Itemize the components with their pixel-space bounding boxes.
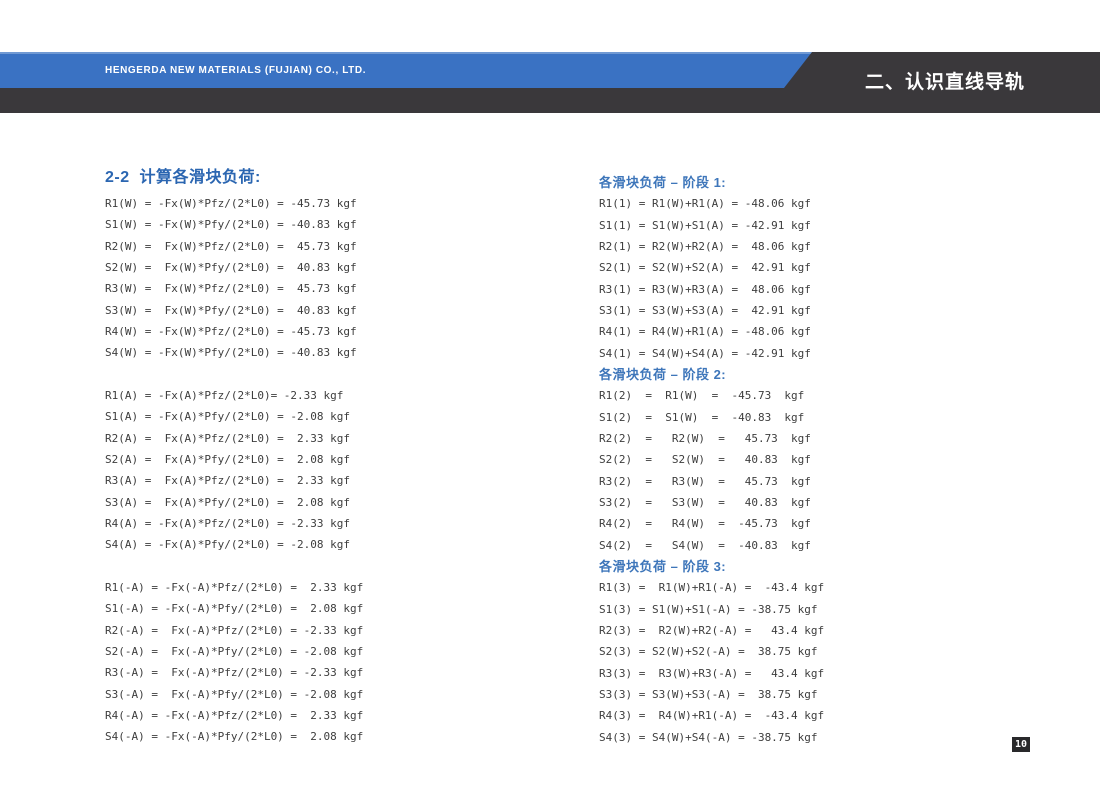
formula-line: R3(3) = R3(W)+R3(-A) = 43.4 kgf [599, 663, 999, 684]
formula-line: S4(3) = S4(W)+S4(-A) = -38.75 kgf [599, 727, 999, 748]
formula-line: R2(2) = R2(W) = 45.73 kgf [599, 428, 999, 449]
stage-2-heading: 各滑块负荷 – 阶段 2: [599, 364, 999, 385]
stage-1-section: 各滑块负荷 – 阶段 1: R1(1) = R1(W)+R1(A) = -48.… [599, 172, 999, 364]
formula-line: S3(-A) = Fx(-A)*Pfy/(2*L0) = -2.08 kgf [105, 684, 495, 705]
formula-line: R4(3) = R4(W)+R1(-A) = -43.4 kgf [599, 705, 999, 726]
formula-line: R2(1) = R2(W)+R2(A) = 48.06 kgf [599, 236, 999, 257]
formula-line: R2(-A) = Fx(-A)*Pfz/(2*L0) = -2.33 kgf [105, 620, 495, 641]
section-title: 二、认识直线导轨 [860, 71, 1030, 94]
formula-line: S4(-A) = -Fx(-A)*Pfy/(2*L0) = 2.08 kgf [105, 726, 495, 747]
left-column: R1(W) = -Fx(W)*Pfz/(2*L0) = -45.73 kgfS1… [105, 193, 495, 748]
formula-line: S1(2) = S1(W) = -40.83 kgf [599, 407, 999, 428]
stage-2-section: 各滑块负荷 – 阶段 2: R1(2) = R1(W) = -45.73 kgf… [599, 364, 999, 556]
right-column: 各滑块负荷 – 阶段 1: R1(1) = R1(W)+R1(A) = -48.… [599, 172, 999, 748]
formula-block-a: R1(A) = -Fx(A)*Pfz/(2*L0)= -2.33 kgfS1(A… [105, 385, 495, 556]
stage-3-heading: 各滑块负荷 – 阶段 3: [599, 556, 999, 577]
formula-line: R2(3) = R2(W)+R2(-A) = 43.4 kgf [599, 620, 999, 641]
formula-line: S1(-A) = -Fx(-A)*Pfy/(2*L0) = 2.08 kgf [105, 598, 495, 619]
formula-line: S1(A) = -Fx(A)*Pfy/(2*L0) = -2.08 kgf [105, 406, 495, 427]
company-name: HENGERDA NEW MATERIALS (FUJIAN) CO., LTD… [105, 52, 366, 88]
formula-line: S4(A) = -Fx(A)*Pfy/(2*L0) = -2.08 kgf [105, 534, 495, 555]
formula-line: R4(-A) = -Fx(-A)*Pfz/(2*L0) = 2.33 kgf [105, 705, 495, 726]
formula-line: S2(-A) = Fx(-A)*Pfy/(2*L0) = -2.08 kgf [105, 641, 495, 662]
formula-line: R2(W) = Fx(W)*Pfz/(2*L0) = 45.73 kgf [105, 236, 495, 257]
formula-line: R3(W) = Fx(W)*Pfz/(2*L0) = 45.73 kgf [105, 278, 495, 299]
formula-line: S4(1) = S4(W)+S4(A) = -42.91 kgf [599, 343, 999, 364]
formula-line: S1(W) = -Fx(W)*Pfy/(2*L0) = -40.83 kgf [105, 214, 495, 235]
formula-line: S1(1) = S1(W)+S1(A) = -42.91 kgf [599, 215, 999, 236]
stage-3-lines: R1(3) = R1(W)+R1(-A) = -43.4 kgfS1(3) = … [599, 577, 999, 748]
formula-line: R1(A) = -Fx(A)*Pfz/(2*L0)= -2.33 kgf [105, 385, 495, 406]
formula-line: R3(2) = R3(W) = 45.73 kgf [599, 471, 999, 492]
formula-line: R1(3) = R1(W)+R1(-A) = -43.4 kgf [599, 577, 999, 598]
formula-line: R4(W) = -Fx(W)*Pfz/(2*L0) = -45.73 kgf [105, 321, 495, 342]
formula-block-neg-a: R1(-A) = -Fx(-A)*Pfz/(2*L0) = 2.33 kgfS1… [105, 577, 495, 748]
formula-line: S3(1) = S3(W)+S3(A) = 42.91 kgf [599, 300, 999, 321]
formula-line: S2(1) = S2(W)+S2(A) = 42.91 kgf [599, 257, 999, 278]
stage-2-lines: R1(2) = R1(W) = -45.73 kgfS1(2) = S1(W) … [599, 385, 999, 556]
formula-line: S2(3) = S2(W)+S2(-A) = 38.75 kgf [599, 641, 999, 662]
stage-1-lines: R1(1) = R1(W)+R1(A) = -48.06 kgfS1(1) = … [599, 193, 999, 364]
formula-line: R2(A) = Fx(A)*Pfz/(2*L0) = 2.33 kgf [105, 428, 495, 449]
formula-line: R1(1) = R1(W)+R1(A) = -48.06 kgf [599, 193, 999, 214]
formula-line: S4(W) = -Fx(W)*Pfy/(2*L0) = -40.83 kgf [105, 342, 495, 363]
formula-line: S2(W) = Fx(W)*Pfy/(2*L0) = 40.83 kgf [105, 257, 495, 278]
stage-1-heading: 各滑块负荷 – 阶段 1: [599, 172, 999, 193]
formula-line: S3(3) = S3(W)+S3(-A) = 38.75 kgf [599, 684, 999, 705]
formula-line: R3(-A) = Fx(-A)*Pfz/(2*L0) = -2.33 kgf [105, 662, 495, 683]
formula-line: S1(3) = S1(W)+S1(-A) = -38.75 kgf [599, 599, 999, 620]
formula-line: S3(W) = Fx(W)*Pfy/(2*L0) = 40.83 kgf [105, 300, 495, 321]
formula-line: S3(A) = Fx(A)*Pfy/(2*L0) = 2.08 kgf [105, 492, 495, 513]
formula-line: S3(2) = S3(W) = 40.83 kgf [599, 492, 999, 513]
formula-line: R4(2) = R4(W) = -45.73 kgf [599, 513, 999, 534]
formula-line: R4(1) = R4(W)+R1(A) = -48.06 kgf [599, 321, 999, 342]
formula-line: S2(2) = S2(W) = 40.83 kgf [599, 449, 999, 470]
left-column-title: 2-2 计算各滑块负荷: [105, 163, 261, 187]
formula-block-w: R1(W) = -Fx(W)*Pfz/(2*L0) = -45.73 kgfS1… [105, 193, 495, 364]
formula-line: R1(W) = -Fx(W)*Pfz/(2*L0) = -45.73 kgf [105, 193, 495, 214]
formula-line: R1(2) = R1(W) = -45.73 kgf [599, 385, 999, 406]
formula-line: S4(2) = S4(W) = -40.83 kgf [599, 535, 999, 556]
formula-line: R1(-A) = -Fx(-A)*Pfz/(2*L0) = 2.33 kgf [105, 577, 495, 598]
formula-line: R3(A) = Fx(A)*Pfz/(2*L0) = 2.33 kgf [105, 470, 495, 491]
stage-3-section: 各滑块负荷 – 阶段 3: R1(3) = R1(W)+R1(-A) = -43… [599, 556, 999, 748]
formula-line: S2(A) = Fx(A)*Pfy/(2*L0) = 2.08 kgf [105, 449, 495, 470]
formula-line: R4(A) = -Fx(A)*Pfz/(2*L0) = -2.33 kgf [105, 513, 495, 534]
formula-line: R3(1) = R3(W)+R3(A) = 48.06 kgf [599, 279, 999, 300]
page-number-badge: 10 [1012, 737, 1030, 752]
